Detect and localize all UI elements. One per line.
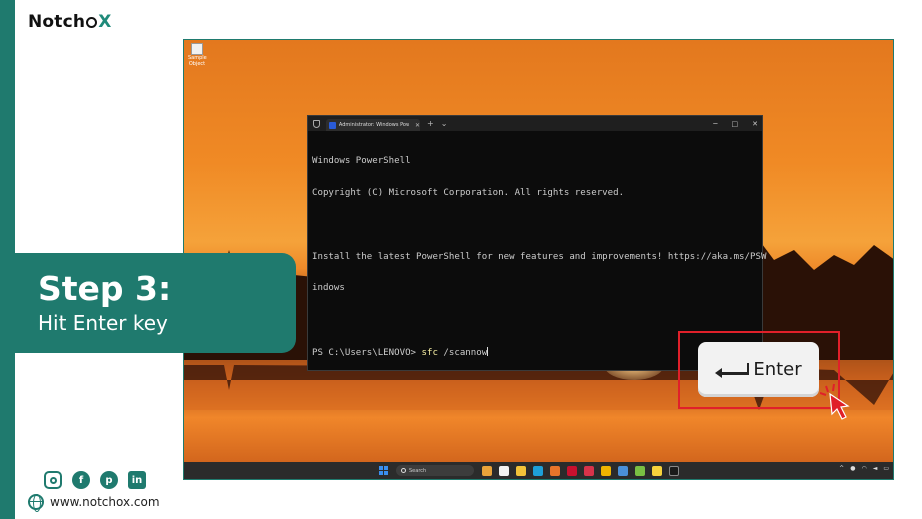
- taskbar: Search ^ ● ◠ ◄ ▭: [184, 462, 893, 479]
- taskbar-apps: [482, 466, 679, 476]
- left-accent-bar: [0, 0, 15, 519]
- taskbar-app-icon[interactable]: [584, 466, 594, 476]
- taskbar-app-icon[interactable]: [482, 466, 492, 476]
- wifi-icon[interactable]: ◠: [861, 465, 866, 472]
- system-tray: ^ ● ◠ ◄ ▭: [839, 465, 889, 472]
- text-cursor: [487, 346, 489, 356]
- file-icon: [191, 43, 203, 55]
- enter-arrow-icon: [715, 362, 750, 378]
- instagram-icon[interactable]: [44, 471, 62, 489]
- command-args: /scannow: [437, 347, 488, 358]
- facebook-icon[interactable]: f: [72, 471, 90, 489]
- tab-title: Administrator: Windows Pow: [338, 122, 409, 128]
- console-line: Install the latest PowerShell for new fe…: [312, 251, 767, 262]
- battery-icon[interactable]: ▭: [883, 465, 889, 472]
- volume-icon[interactable]: ◄: [873, 465, 878, 472]
- desktop-icon-label: Sample Object: [188, 55, 207, 67]
- console-line: Windows PowerShell: [312, 156, 411, 167]
- step-title: Step 3:: [38, 269, 172, 308]
- step-subtitle: Hit Enter key: [38, 311, 168, 335]
- tab-powershell[interactable]: Administrator: Windows Pow ✕: [326, 119, 420, 131]
- start-icon[interactable]: [379, 466, 388, 475]
- shield-icon: [313, 119, 320, 128]
- powershell-icon: [329, 121, 336, 129]
- brand-name-part1: Notch: [28, 12, 86, 32]
- powershell-titlebar[interactable]: Administrator: Windows Pow ✕ + ⌄ ─ □ ✕: [308, 116, 762, 131]
- prompt-text: PS C:\Users\LENOVO>: [312, 347, 422, 358]
- network-icon[interactable]: ●: [850, 465, 855, 472]
- website-link[interactable]: www.notchox.com: [28, 494, 160, 512]
- new-tab-icon[interactable]: +: [427, 119, 434, 128]
- brand-logo: Notch X: [28, 12, 112, 32]
- edge-icon[interactable]: [533, 466, 543, 476]
- maximize-button[interactable]: □: [732, 120, 739, 128]
- enter-key-label: Enter: [753, 359, 802, 380]
- sticky-notes-icon[interactable]: [652, 466, 662, 476]
- chevron-up-icon[interactable]: ^: [839, 465, 844, 472]
- search-placeholder: Search: [409, 467, 427, 474]
- window-controls: ─ □ ✕: [713, 116, 758, 131]
- console-line: indows: [312, 283, 345, 294]
- enter-highlight-box: Enter: [678, 331, 840, 409]
- taskbar-app-icon[interactable]: [499, 466, 509, 476]
- social-links: f p in: [44, 471, 146, 489]
- folder-icon[interactable]: [516, 466, 526, 476]
- step-card: Step 3: Hit Enter key: [15, 253, 296, 353]
- website-url: www.notchox.com: [50, 495, 160, 509]
- globe-icon: [28, 494, 44, 512]
- chrome-icon[interactable]: [601, 466, 611, 476]
- desktop-file-icon[interactable]: Sample Object: [188, 43, 207, 67]
- chevron-down-icon[interactable]: ⌄: [441, 119, 448, 128]
- command-name: sfc: [421, 347, 438, 358]
- search-icon: [401, 468, 406, 473]
- netflix-icon[interactable]: [567, 466, 577, 476]
- powershell-window[interactable]: Administrator: Windows Pow ✕ + ⌄ ─ □ ✕ W…: [307, 115, 850, 420]
- linkedin-icon[interactable]: in: [128, 471, 146, 489]
- brand-name-part2: X: [98, 12, 112, 32]
- brand-o-ring: [86, 17, 98, 28]
- console-line: Copyright (C) Microsoft Corporation. All…: [312, 187, 625, 198]
- taskbar-search[interactable]: Search: [396, 465, 474, 476]
- close-button[interactable]: ✕: [752, 120, 758, 128]
- pinterest-icon[interactable]: p: [100, 471, 118, 489]
- taskbar-app-icon[interactable]: [635, 466, 645, 476]
- firefox-icon[interactable]: [550, 466, 560, 476]
- minimize-button[interactable]: ─: [713, 120, 717, 128]
- taskbar-app-icon[interactable]: [618, 466, 628, 476]
- click-pointer-icon: [820, 384, 850, 420]
- enter-key[interactable]: Enter: [698, 342, 819, 397]
- terminal-icon[interactable]: [669, 466, 679, 476]
- tab-close-icon[interactable]: ✕: [415, 122, 420, 129]
